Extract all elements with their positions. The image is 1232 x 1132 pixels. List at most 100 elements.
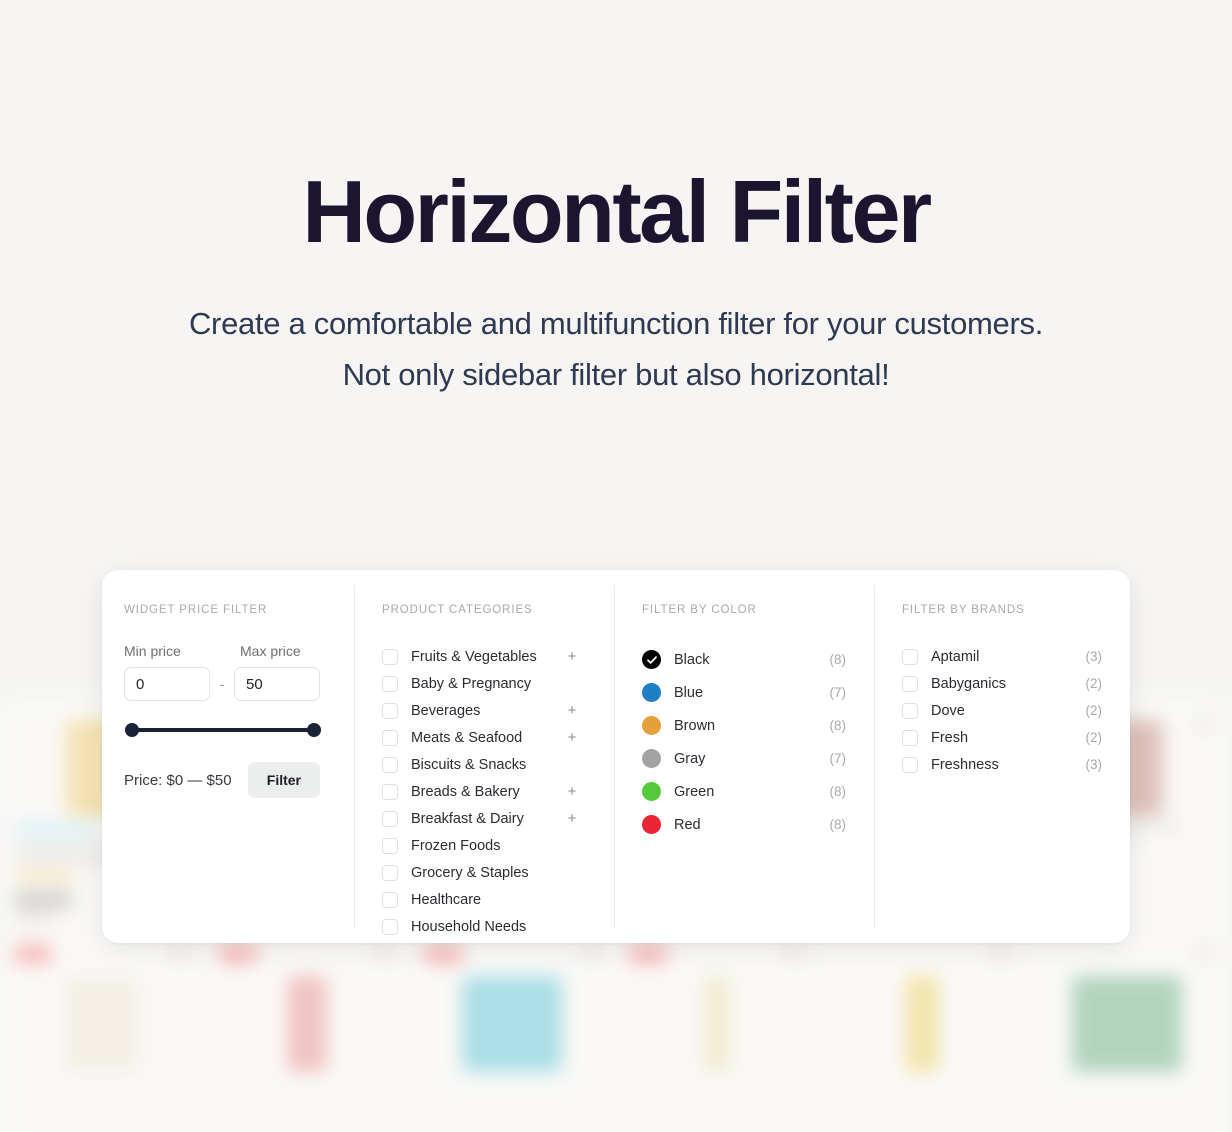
category-checkbox[interactable]	[382, 918, 398, 935]
brand-label: Fresh	[931, 729, 969, 746]
color-swatch-red[interactable]	[642, 815, 661, 834]
category-checkbox[interactable]	[382, 783, 398, 800]
category-checkbox[interactable]	[382, 891, 398, 908]
category-expand-icon[interactable]: +	[566, 703, 578, 718]
color-count: (7)	[829, 751, 847, 766]
brand-count: (2)	[1085, 676, 1103, 691]
brand-count: (2)	[1085, 730, 1103, 745]
price-range-slider[interactable]	[125, 723, 321, 737]
category-label: Grocery & Staples	[411, 864, 529, 881]
color-row[interactable]: Blue (7)	[642, 676, 846, 709]
color-label: Green	[674, 783, 715, 800]
max-price-input[interactable]	[234, 667, 320, 701]
brand-checkbox[interactable]	[902, 648, 918, 665]
category-row[interactable]: Fruits & Vegetables +	[382, 643, 578, 670]
color-row[interactable]: Gray (7)	[642, 742, 846, 775]
brand-filter-title: FILTER BY BRANDS	[902, 604, 1025, 616]
background-product-card	[410, 930, 615, 1132]
category-label: Breakfast & Dairy	[411, 810, 524, 827]
category-checkbox[interactable]	[382, 702, 398, 719]
category-row[interactable]: Healthcare+	[382, 886, 578, 913]
color-swatch-blue[interactable]	[642, 683, 661, 702]
price-slider-handle-max[interactable]	[307, 723, 321, 737]
background-product-card	[1025, 930, 1230, 1132]
category-row[interactable]: Frozen Foods+	[382, 832, 578, 859]
background-wishlist-icon	[992, 946, 1008, 960]
brand-row[interactable]: Dove (2)	[902, 697, 1102, 724]
brand-row[interactable]: Freshness (3)	[902, 751, 1102, 778]
brand-checkbox[interactable]	[902, 675, 918, 692]
price-field-labels: Min price Max price	[124, 643, 354, 659]
color-filter-column: FILTER BY COLOR Black (8) Blue (7) Brown (8) G…	[614, 570, 874, 943]
category-row[interactable]: Biscuits & Snacks+	[382, 751, 578, 778]
color-swatch-black[interactable]	[642, 650, 661, 669]
brand-count: (2)	[1085, 703, 1103, 718]
horizontal-filter-panel: WIDGET PRICE FILTER Min price Max price …	[102, 570, 1130, 943]
background-wishlist-icon	[582, 946, 598, 960]
category-row[interactable]: Breads & Bakery +	[382, 778, 578, 805]
min-price-input[interactable]	[124, 667, 210, 701]
category-checkbox[interactable]	[382, 729, 398, 746]
color-swatch-gray[interactable]	[642, 749, 661, 768]
brand-row[interactable]: Babyganics (2)	[902, 670, 1102, 697]
background-product-card	[0, 930, 205, 1132]
background-product-rating	[14, 871, 76, 881]
category-checkbox[interactable]	[382, 675, 398, 692]
category-expand-icon[interactable]: +	[566, 649, 578, 664]
category-checkbox[interactable]	[382, 648, 398, 665]
category-label: Biscuits & Snacks	[411, 756, 527, 773]
category-label: Fruits & Vegetables	[411, 648, 537, 665]
category-row[interactable]: Grocery & Staples+	[382, 859, 578, 886]
brand-label: Dove	[931, 702, 965, 719]
brand-checkbox[interactable]	[902, 756, 918, 773]
category-expand-icon[interactable]: +	[566, 730, 578, 745]
page-subtitle-line-2: Not only sidebar filter but also horizon…	[342, 357, 890, 393]
background-wishlist-icon	[1197, 716, 1213, 730]
page-title: Horizontal Filter	[302, 162, 932, 261]
filter-submit-button[interactable]: Filter	[247, 762, 320, 798]
brand-label: Babyganics	[931, 675, 1006, 692]
color-count: (8)	[829, 718, 847, 733]
background-wishlist-icon	[1197, 946, 1213, 960]
brand-checkbox[interactable]	[902, 702, 918, 719]
category-row[interactable]: Household Needs+	[382, 913, 578, 940]
price-range-separator: -	[219, 676, 225, 692]
price-slider-handle-min[interactable]	[125, 723, 139, 737]
color-row[interactable]: Red (8)	[642, 808, 846, 841]
color-row[interactable]: Green (8)	[642, 775, 846, 808]
background-product-row	[0, 930, 1232, 1132]
category-row[interactable]: Beverages +	[382, 697, 578, 724]
background-product-unit	[14, 914, 54, 922]
category-row[interactable]: Baby & Pregnancy+	[382, 670, 578, 697]
category-expand-icon[interactable]: +	[566, 811, 578, 826]
hero-section: Horizontal Filter Create a comfortable a…	[0, 0, 1232, 401]
color-label: Brown	[674, 717, 716, 734]
background-product-image	[1072, 976, 1182, 1072]
category-checkbox[interactable]	[382, 810, 398, 827]
category-expand-icon[interactable]: +	[566, 784, 578, 799]
category-checkbox[interactable]	[382, 837, 398, 854]
color-count: (8)	[829, 817, 847, 832]
category-checkbox[interactable]	[382, 864, 398, 881]
color-swatch-green[interactable]	[642, 782, 661, 801]
category-label: Healthcare	[411, 891, 482, 908]
color-row[interactable]: Black (8)	[642, 643, 846, 676]
category-row[interactable]: Meats & Seafood +	[382, 724, 578, 751]
background-wishlist-icon	[787, 946, 803, 960]
category-checkbox[interactable]	[382, 756, 398, 773]
brand-checkbox[interactable]	[902, 729, 918, 746]
category-label: Frozen Foods	[411, 837, 501, 854]
category-row[interactable]: Breakfast & Dairy +	[382, 805, 578, 832]
price-filter-column: WIDGET PRICE FILTER Min price Max price …	[102, 570, 354, 943]
color-row[interactable]: Brown (8)	[642, 709, 846, 742]
brand-filter-column: FILTER BY BRANDS Aptamil (3) Babyganics (2)…	[874, 570, 1130, 943]
category-label: Baby & Pregnancy	[411, 675, 532, 692]
brand-row[interactable]: Fresh (2)	[902, 724, 1102, 751]
background-sale-badge	[424, 944, 462, 964]
min-price-label: Min price	[124, 643, 181, 659]
category-label: Beverages	[411, 702, 481, 719]
color-label: Red	[674, 816, 701, 833]
color-swatch-brown[interactable]	[642, 716, 661, 735]
brand-row[interactable]: Aptamil (3)	[902, 643, 1102, 670]
price-range-summary: Price: $0 — $50	[124, 771, 232, 789]
